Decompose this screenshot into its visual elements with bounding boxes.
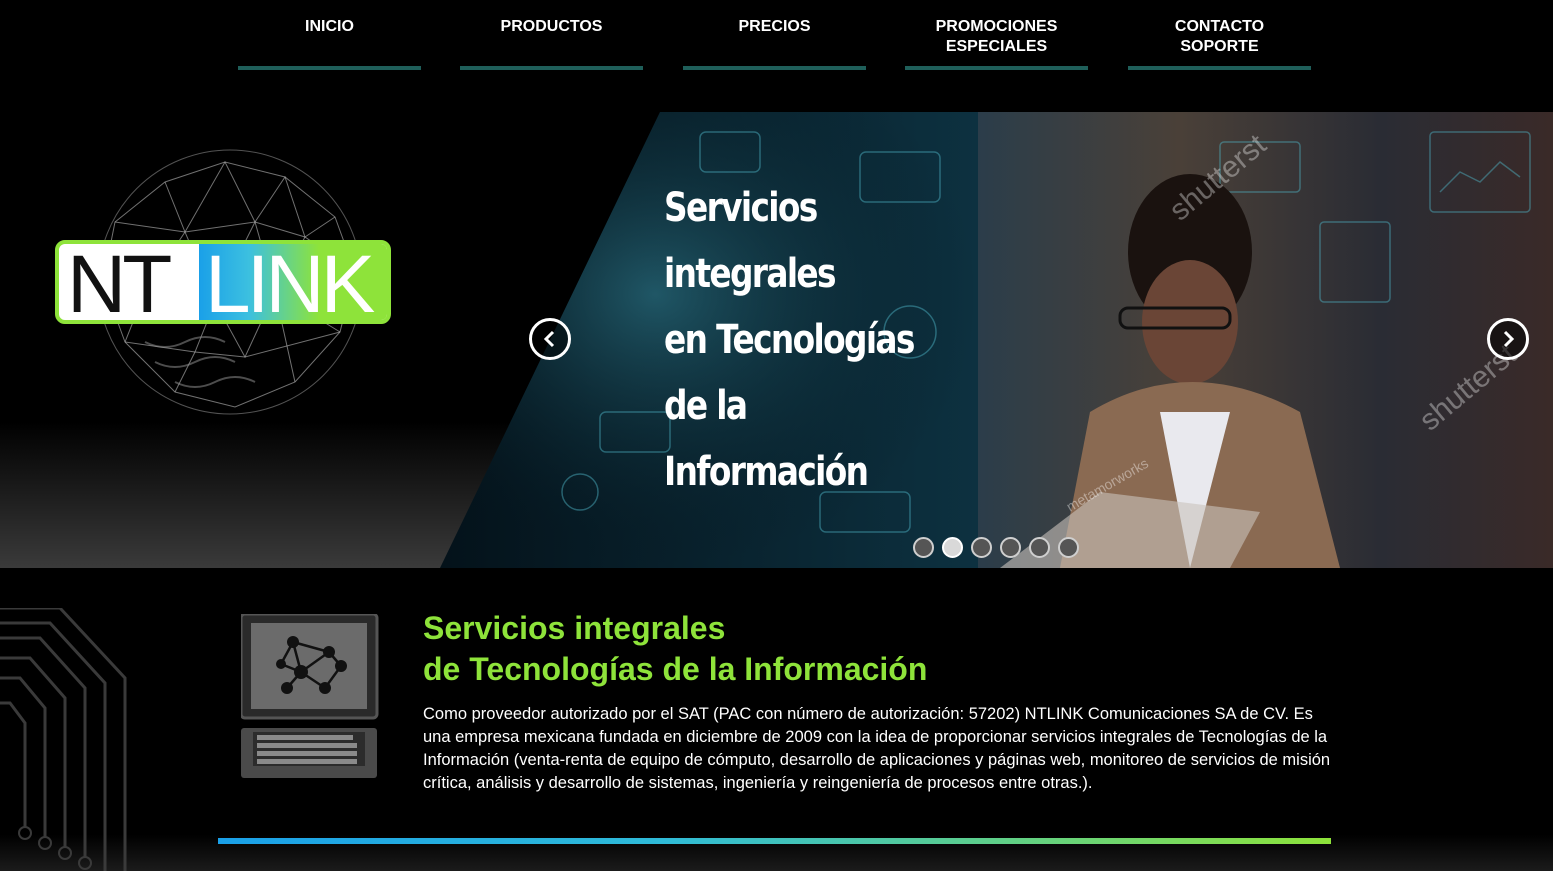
about-title: Servicios integrales de Tecnologías de l…	[423, 608, 927, 690]
top-navigation: INICIO PRODUCTOS PRECIOS PROMOCIONES ESP…	[0, 0, 1553, 112]
nav-item-productos[interactable]: PRODUCTOS	[460, 0, 643, 70]
hero-headline: Servicios integrales en Tecnologías de l…	[664, 175, 984, 505]
slider-pagination	[913, 537, 1079, 558]
nav-item-contacto-soporte[interactable]: CONTACTO SOPORTE	[1128, 0, 1311, 70]
slider-dot-4[interactable]	[1000, 537, 1021, 558]
computer-network-icon	[241, 614, 379, 778]
slider-dot-1[interactable]	[913, 537, 934, 558]
nav-label: PRODUCTOS	[500, 18, 603, 35]
hero-slider: shutterst shutterst metamorworks NT LINK…	[0, 112, 1553, 568]
logo-text-link: LINK	[205, 240, 375, 324]
circuit-lines-decoration	[0, 608, 127, 871]
nav-label: PRECIOS	[738, 18, 811, 35]
slider-dot-3[interactable]	[971, 537, 992, 558]
nav-item-inicio[interactable]: INICIO	[238, 0, 421, 70]
hero-line: Información	[664, 449, 869, 495]
hero-line: en Tecnologías	[664, 317, 915, 363]
about-title-line1: Servicios integrales	[423, 610, 726, 646]
nav-item-precios[interactable]: PRECIOS	[683, 0, 866, 70]
about-title-line2: de Tecnologías de la Información	[423, 651, 928, 687]
slider-dot-2[interactable]	[942, 537, 963, 558]
hero-line: Servicios	[664, 185, 818, 231]
slider-dot-6[interactable]	[1058, 537, 1079, 558]
slider-prev-button[interactable]	[529, 318, 571, 360]
nav-label-line2: SOPORTE	[1180, 38, 1259, 55]
logo-text-nt: NT	[67, 240, 172, 324]
nav-label: CONTACTO	[1174, 18, 1265, 35]
about-description: Como proveedor autorizado por el SAT (PA…	[423, 705, 1331, 792]
logo-badge: NT LINK	[55, 240, 391, 324]
slider-dot-5[interactable]	[1029, 537, 1050, 558]
nav-item-promociones-especiales[interactable]: PROMOCIONES ESPECIALES	[905, 0, 1088, 70]
hero-line: integrales	[664, 251, 837, 297]
hero-line: de la	[664, 383, 748, 429]
chevron-right-icon	[1503, 330, 1515, 348]
nav-label-line2: ESPECIALES	[945, 38, 1048, 55]
chevron-left-icon	[543, 330, 555, 348]
nav-label: PROMOCIONES	[935, 18, 1058, 35]
slider-next-button[interactable]	[1487, 318, 1529, 360]
nav-label: INICIO	[305, 18, 354, 35]
ntlink-logo[interactable]: NT LINK	[55, 240, 395, 440]
section-divider-bar	[218, 838, 1331, 844]
about-section: Servicios integrales de Tecnologías de l…	[0, 568, 1553, 871]
